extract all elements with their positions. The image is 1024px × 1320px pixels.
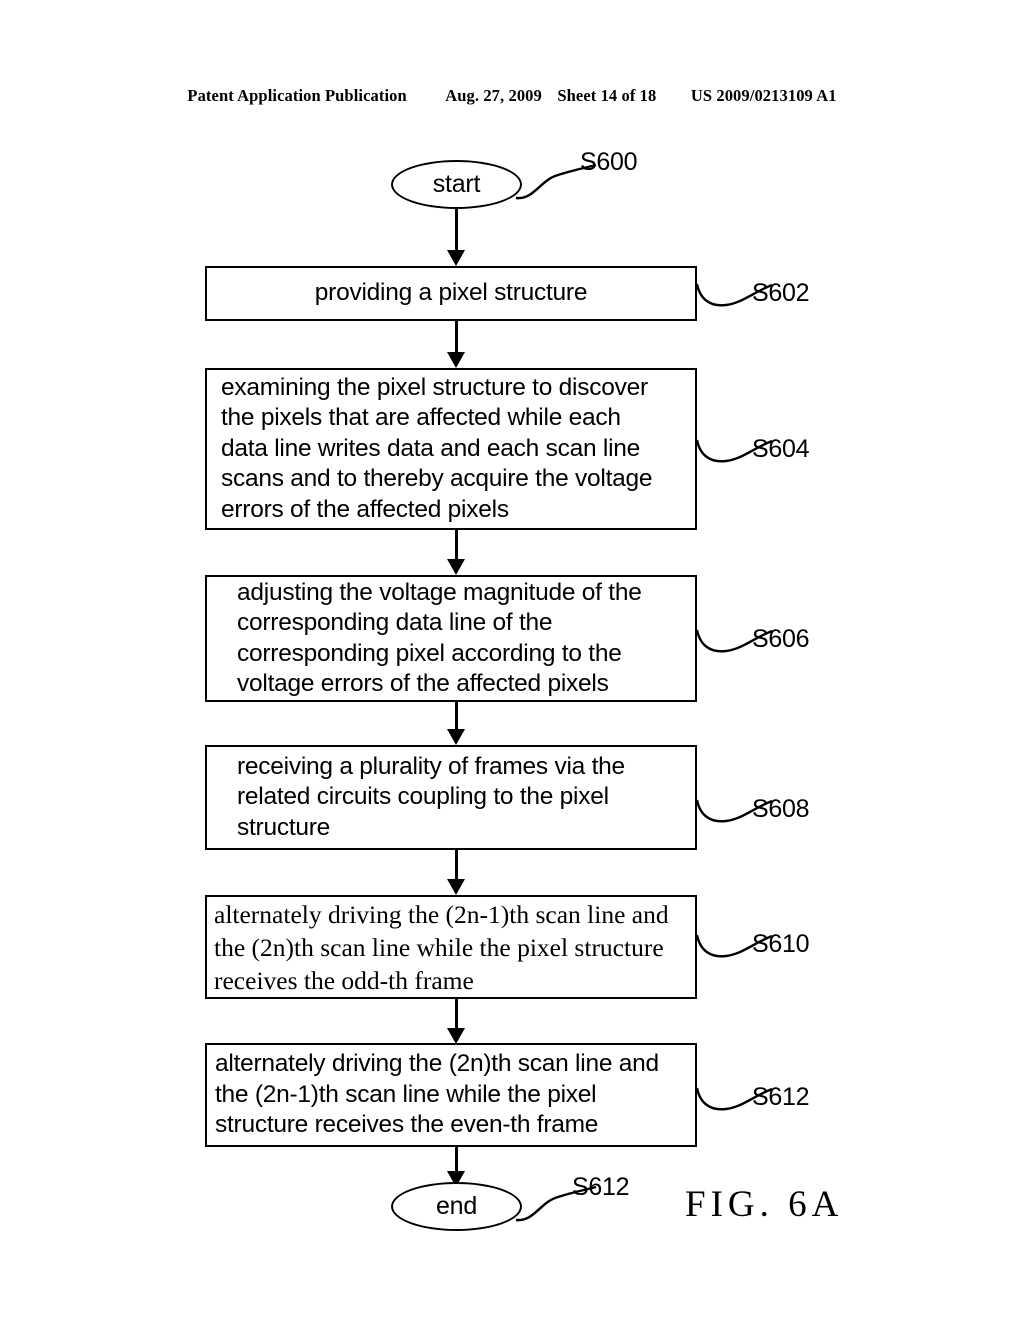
- step-label-s604: S604: [752, 435, 810, 463]
- arrowhead-s606-to-s608: [447, 729, 465, 745]
- flow-step-text-s610: alternately driving the (2n-1)th scan li…: [214, 899, 669, 995]
- flow-step-text-s604: examining the pixel structure to discove…: [221, 373, 653, 523]
- connector-start-to-s602: [455, 209, 458, 252]
- arrowhead-start-to-s602: [447, 250, 465, 266]
- step-label-s606: S606: [752, 625, 810, 653]
- flow-step-box-s610: alternately driving the (2n-1)th scan li…: [205, 895, 697, 999]
- step-label-end: S612: [572, 1173, 630, 1201]
- flow-node-end-label: end: [435, 1192, 478, 1220]
- flow-step-text-s612: alternately driving the (2n)th scan line…: [215, 1050, 659, 1139]
- figure-caption: FIG. 6A: [685, 1184, 844, 1225]
- arrowhead-s608-to-s610: [447, 879, 465, 895]
- flow-step-box-s602: providing a pixel structure: [205, 266, 697, 321]
- flow-step-box-s608: receiving a plurality of frames via the …: [205, 745, 697, 850]
- connector-s608-to-s610: [455, 850, 458, 882]
- connector-s612-to-end: [455, 1147, 458, 1174]
- step-label-s612-box: S612: [752, 1083, 810, 1111]
- flow-step-text-s608: receiving a plurality of frames via the …: [237, 752, 625, 841]
- connector-s606-to-s608: [455, 702, 458, 732]
- connector-s610-to-s612: [455, 999, 458, 1031]
- step-label-s608: S608: [752, 795, 810, 823]
- step-label-s610: S610: [752, 930, 810, 958]
- flow-step-box-s612: alternately driving the (2n)th scan line…: [205, 1043, 697, 1147]
- flow-node-start-label: start: [432, 170, 481, 198]
- step-label-s602: S602: [752, 279, 810, 307]
- connector-s602-to-s604: [455, 321, 458, 354]
- flow-node-end: end: [391, 1182, 522, 1231]
- flowchart-diagram: start S600 providing a pixel structure S…: [0, 0, 1024, 1320]
- arrowhead-s602-to-s604: [447, 352, 465, 368]
- flow-node-start: start: [391, 160, 522, 209]
- connector-s604-to-s606: [455, 530, 458, 562]
- flow-step-text-s606: adjusting the voltage magnitude of the c…: [237, 578, 642, 698]
- arrowhead-s610-to-s612: [447, 1028, 465, 1044]
- arrowhead-s604-to-s606: [447, 559, 465, 575]
- flow-step-text-s602: providing a pixel structure: [314, 279, 588, 307]
- flow-step-box-s604: examining the pixel structure to discove…: [205, 368, 697, 530]
- flow-step-box-s606: adjusting the voltage magnitude of the c…: [205, 575, 697, 702]
- step-label-s600: S600: [580, 148, 638, 176]
